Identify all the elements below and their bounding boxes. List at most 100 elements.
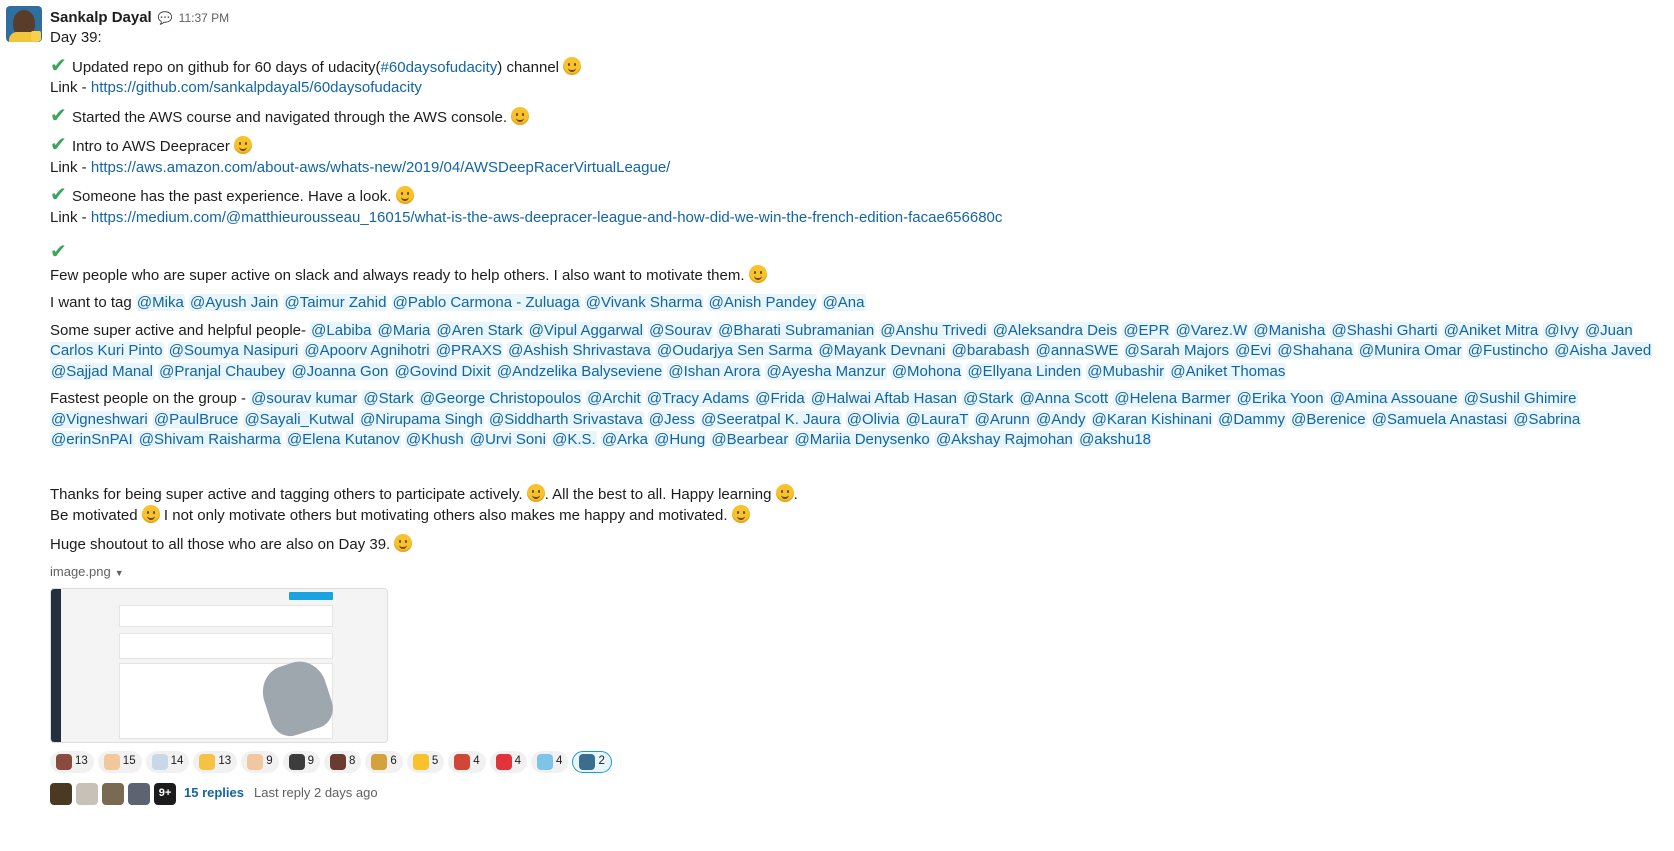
user-mention[interactable]: @Bearbear (710, 431, 790, 448)
user-mention[interactable]: @Manisha (1252, 321, 1327, 339)
user-mention[interactable]: @Sourav (648, 321, 713, 339)
user-mention[interactable]: @Labiba (310, 321, 373, 339)
user-mention[interactable]: @Aisha Javed (1553, 342, 1653, 359)
user-mention[interactable]: @sourav kumar (250, 390, 359, 407)
user-mention[interactable]: @Archit (586, 390, 642, 407)
user-mention[interactable]: @Stark (962, 390, 1015, 407)
user-mention[interactable]: @Frida (754, 390, 806, 407)
user-mention[interactable]: @EPR (1122, 321, 1171, 339)
reaction-button[interactable]: 4 (531, 750, 569, 773)
user-mention[interactable]: @Aleksandra Deis (991, 321, 1119, 339)
user-mention[interactable]: @Shivam Raisharma (137, 431, 282, 448)
user-mention[interactable]: @Maria (376, 321, 432, 339)
user-mention[interactable]: @Anna Scott (1018, 390, 1110, 407)
chevron-down-icon[interactable]: ▼ (115, 568, 124, 578)
user-mention[interactable]: @Bharati Subramanian (717, 321, 876, 339)
user-mention[interactable]: @Arka (600, 431, 649, 448)
replies-link[interactable]: 15 replies (184, 783, 244, 804)
user-mention[interactable]: @Khush (404, 431, 465, 448)
user-mention[interactable]: @PRAXS (434, 342, 503, 359)
user-mention[interactable]: @Mohona (890, 362, 963, 380)
reaction-button[interactable]: 15 (97, 750, 142, 773)
user-mention[interactable]: @Hung (653, 431, 707, 448)
reaction-button[interactable]: 4 (489, 750, 528, 773)
user-mention[interactable]: @Sushil Ghimire (1462, 390, 1578, 407)
user-mention[interactable]: @Pablo Carmona - Zuluaga (391, 294, 581, 311)
user-mention[interactable]: @erinSnPAI (50, 431, 134, 448)
user-mention[interactable]: @Varez.W (1174, 321, 1249, 339)
user-mention[interactable]: @Andzelika Balyseviene (495, 362, 664, 380)
user-mention[interactable]: @Akshay Rajmohan (934, 431, 1074, 448)
reaction-button[interactable]: 4 (448, 750, 486, 773)
user-mention[interactable]: @Mariia Denysenko (793, 431, 931, 448)
user-mention[interactable]: @Ashish Shrivastava (507, 342, 652, 359)
user-mention[interactable]: @Stark (362, 390, 415, 407)
user-mention[interactable]: @Ana (821, 294, 866, 311)
thread-summary[interactable]: 9+ 15 replies Last reply 2 days ago (50, 782, 1654, 805)
user-mention[interactable]: @Anshu Trivedi (879, 321, 988, 339)
reaction-button[interactable]: 14 (145, 750, 190, 773)
user-mention[interactable]: @Olivia (845, 410, 901, 428)
user-mention[interactable]: @Mayank Devnani (817, 342, 947, 359)
aws-link[interactable]: https://aws.amazon.com/about-aws/whats-n… (91, 159, 670, 176)
user-mention[interactable]: @Apoorv Agnihotri (303, 342, 431, 359)
user-mention[interactable]: @Taimur Zahid (283, 294, 388, 311)
user-mention[interactable]: @Mubashir (1086, 362, 1166, 380)
user-mention[interactable]: @LauraT (904, 410, 970, 428)
user-mention[interactable]: @Berenice (1290, 410, 1367, 428)
user-mention[interactable]: @Soumya Nasipuri (167, 342, 300, 359)
user-mention[interactable]: @PaulBruce (152, 410, 240, 428)
user-mention[interactable]: @Govind Dixit (393, 362, 492, 380)
github-link[interactable]: https://github.com/sankalpdayal5/60dayso… (91, 79, 422, 96)
user-mention[interactable]: @Urvi Soni (468, 431, 547, 448)
user-mention[interactable]: @Jess (647, 410, 696, 428)
user-mention[interactable]: @Sajjad Manal (50, 362, 154, 380)
user-mention[interactable]: @K.S. (551, 431, 597, 448)
user-mention[interactable]: @Munira Omar (1357, 342, 1463, 359)
user-mention[interactable]: @Evi (1234, 342, 1273, 359)
user-mention[interactable]: @Ayesha Manzur (765, 362, 887, 380)
user-mention[interactable]: @barabash (950, 342, 1031, 359)
user-mention[interactable]: @Siddharth Srivastava (488, 410, 644, 428)
user-mention[interactable]: @Shashi Gharti (1330, 321, 1439, 339)
user-mention[interactable]: @Mika (135, 294, 185, 311)
user-mention[interactable]: @Andy (1035, 410, 1087, 428)
user-mention[interactable]: @Amina Assouane (1328, 390, 1459, 407)
user-mention[interactable]: @Nirupama Singh (359, 410, 484, 428)
user-mention[interactable]: @Seeratpal K. Jaura (700, 410, 842, 428)
user-mention[interactable]: @Samuela Anastasi (1370, 410, 1509, 428)
user-mention[interactable]: @Aniket Thomas (1169, 362, 1287, 380)
user-mention[interactable]: @Vigneshwari (50, 410, 149, 428)
user-mention[interactable]: @Fustincho (1466, 342, 1550, 359)
user-mention[interactable]: @Karan Kishinani (1090, 410, 1213, 428)
user-mention[interactable]: @Joanna Gon (290, 362, 390, 380)
user-mention[interactable]: @Aniket Mitra (1442, 321, 1540, 339)
user-mention[interactable]: @Ivy (1543, 321, 1580, 339)
reaction-button[interactable]: 6 (365, 750, 403, 773)
timestamp[interactable]: 11:37 PM (179, 8, 229, 28)
author-name[interactable]: Sankalp Dayal (50, 8, 152, 28)
user-mention[interactable]: @Erika Yoon (1235, 390, 1325, 407)
user-mention[interactable]: @Anish Pandey (707, 294, 818, 311)
reaction-button[interactable]: 8 (324, 750, 362, 773)
user-mention[interactable]: @Ellyana Linden (966, 362, 1083, 380)
user-mention[interactable]: @Sabrina (1512, 410, 1582, 428)
user-mention[interactable]: @Dammy (1217, 410, 1286, 428)
user-mention[interactable]: @Sayali_Kutwal (243, 410, 355, 428)
user-mention[interactable]: @Arunn (973, 410, 1031, 428)
channel-link[interactable]: #60daysofudacity (381, 59, 498, 76)
user-mention[interactable]: @Ishan Arora (667, 362, 762, 380)
user-mention[interactable]: @Vivank Sharma (584, 294, 704, 311)
user-mention[interactable]: @Ayush Jain (188, 294, 280, 311)
reaction-button[interactable]: 5 (406, 750, 445, 773)
user-mention[interactable]: @Halwai Aftab Hasan (809, 390, 958, 407)
image-attachment[interactable] (50, 587, 388, 743)
reaction-button[interactable]: 13 (50, 750, 94, 773)
user-mention[interactable]: @Oudarjya Sen Sarma (656, 342, 814, 359)
author-avatar[interactable] (6, 6, 42, 42)
reaction-button[interactable]: 2 (572, 750, 612, 773)
user-mention[interactable]: @Tracy Adams (645, 390, 751, 407)
medium-link[interactable]: https://medium.com/@matthieurousseau_160… (91, 209, 1003, 226)
user-mention[interactable]: @George Christopoulos (418, 390, 582, 407)
user-mention[interactable]: @Aren Stark (435, 321, 524, 339)
